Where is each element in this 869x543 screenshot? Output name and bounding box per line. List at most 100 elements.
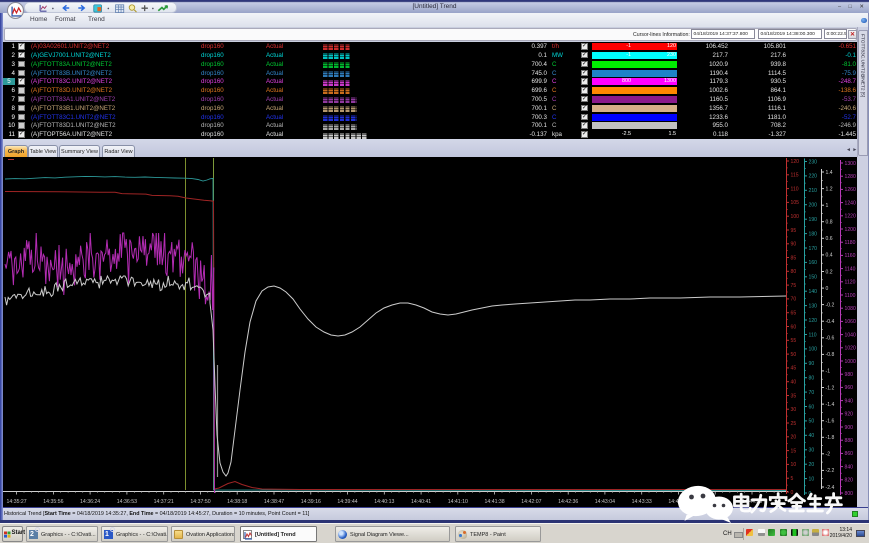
svg-text:14:42:36: 14:42:36 xyxy=(558,499,578,505)
svg-text:1200: 1200 xyxy=(845,227,856,233)
svg-text:45: 45 xyxy=(791,366,797,372)
svg-text:880: 880 xyxy=(845,438,854,444)
svg-text:50: 50 xyxy=(809,419,815,425)
svg-text:-1.2: -1.2 xyxy=(826,385,835,391)
svg-text:1280: 1280 xyxy=(845,174,856,180)
svg-text:1040: 1040 xyxy=(845,332,856,338)
svg-text:0.8: 0.8 xyxy=(826,220,833,226)
svg-text:220: 220 xyxy=(809,174,818,180)
svg-text:-2.2: -2.2 xyxy=(826,468,835,474)
svg-text:110: 110 xyxy=(809,332,817,338)
svg-text:80: 80 xyxy=(791,269,797,275)
svg-text:1020: 1020 xyxy=(845,346,856,352)
svg-text:0.2: 0.2 xyxy=(826,269,833,275)
svg-text:0.6: 0.6 xyxy=(826,236,833,242)
svg-text:70: 70 xyxy=(809,390,815,396)
svg-text:50: 50 xyxy=(791,352,797,358)
svg-text:14:36:53: 14:36:53 xyxy=(117,499,137,505)
svg-text:70: 70 xyxy=(791,297,797,303)
svg-text:55: 55 xyxy=(791,338,797,344)
svg-text:-0.8: -0.8 xyxy=(826,352,835,358)
svg-text:0: 0 xyxy=(826,286,829,292)
svg-text:210: 210 xyxy=(809,188,818,194)
svg-text:115: 115 xyxy=(791,173,799,179)
svg-text:60: 60 xyxy=(809,404,815,410)
svg-text:14:40:13: 14:40:13 xyxy=(374,499,394,505)
svg-text:25: 25 xyxy=(791,421,797,427)
svg-text:180: 180 xyxy=(809,231,818,237)
svg-text:14:39:16: 14:39:16 xyxy=(301,499,321,505)
svg-text:14:37:21: 14:37:21 xyxy=(154,499,174,505)
svg-text:14:37:50: 14:37:50 xyxy=(190,499,210,505)
svg-text:90: 90 xyxy=(809,361,815,367)
svg-text:1240: 1240 xyxy=(845,200,856,206)
svg-text:14:39:44: 14:39:44 xyxy=(337,499,357,505)
svg-text:100: 100 xyxy=(809,347,818,353)
svg-text:75: 75 xyxy=(791,283,797,289)
svg-text:30: 30 xyxy=(791,407,797,413)
svg-text:120: 120 xyxy=(809,318,818,324)
svg-text:160: 160 xyxy=(809,260,818,266)
svg-text:940: 940 xyxy=(845,398,854,404)
svg-text:1.2: 1.2 xyxy=(826,186,833,192)
svg-text:860: 860 xyxy=(845,451,854,457)
svg-text:10: 10 xyxy=(791,462,797,468)
svg-text:20: 20 xyxy=(791,435,797,441)
svg-text:105: 105 xyxy=(791,200,800,206)
svg-text:14:40:41: 14:40:41 xyxy=(411,499,431,505)
svg-text:14:41:10: 14:41:10 xyxy=(448,499,468,505)
svg-text:95: 95 xyxy=(791,228,797,234)
svg-text:840: 840 xyxy=(845,464,854,470)
svg-text:1160: 1160 xyxy=(845,253,856,259)
svg-text:14:35:56: 14:35:56 xyxy=(43,499,63,505)
svg-text:80: 80 xyxy=(809,376,815,382)
svg-text:14:38:47: 14:38:47 xyxy=(264,499,284,505)
svg-text:140: 140 xyxy=(809,289,818,295)
svg-text:30: 30 xyxy=(809,448,815,454)
svg-text:-2: -2 xyxy=(826,452,831,458)
svg-text:150: 150 xyxy=(809,275,818,281)
svg-text:1140: 1140 xyxy=(845,266,856,272)
svg-text:14:43:33: 14:43:33 xyxy=(632,499,652,505)
svg-text:20: 20 xyxy=(809,462,815,468)
svg-text:-0.6: -0.6 xyxy=(826,336,835,342)
svg-text:920: 920 xyxy=(845,412,854,418)
svg-text:1260: 1260 xyxy=(845,187,856,193)
svg-text:1300: 1300 xyxy=(845,161,856,167)
svg-text:190: 190 xyxy=(809,217,818,223)
svg-text:1: 1 xyxy=(826,203,829,209)
svg-text:230: 230 xyxy=(809,159,818,165)
svg-text:65: 65 xyxy=(791,311,797,317)
svg-text:-0.4: -0.4 xyxy=(826,319,835,325)
svg-text:40: 40 xyxy=(791,380,797,386)
svg-text:1060: 1060 xyxy=(845,319,856,325)
svg-text:1100: 1100 xyxy=(845,293,856,299)
svg-text:100: 100 xyxy=(791,214,800,220)
svg-text:14:43:04: 14:43:04 xyxy=(595,499,615,505)
svg-text:14:38:18: 14:38:18 xyxy=(227,499,247,505)
svg-text:-1.8: -1.8 xyxy=(826,435,835,441)
svg-text:110: 110 xyxy=(791,186,799,192)
svg-text:1120: 1120 xyxy=(845,280,856,286)
svg-text:40: 40 xyxy=(809,433,815,439)
svg-text:14:35:27: 14:35:27 xyxy=(6,499,26,505)
svg-text:14:36:24: 14:36:24 xyxy=(80,499,100,505)
svg-text:14:42:07: 14:42:07 xyxy=(521,499,541,505)
svg-text:-1: -1 xyxy=(826,369,831,375)
svg-text:0.4: 0.4 xyxy=(826,253,833,259)
svg-text:1220: 1220 xyxy=(845,214,856,220)
svg-text:960: 960 xyxy=(845,385,854,391)
svg-text:200: 200 xyxy=(809,203,818,209)
svg-text:35: 35 xyxy=(791,393,797,399)
svg-text:1.4: 1.4 xyxy=(826,170,833,176)
svg-text:1080: 1080 xyxy=(845,306,856,312)
svg-text:1180: 1180 xyxy=(845,240,856,246)
svg-text:90: 90 xyxy=(791,242,797,248)
svg-text:-1.4: -1.4 xyxy=(826,402,835,408)
svg-text:14:41:38: 14:41:38 xyxy=(484,499,504,505)
svg-text:980: 980 xyxy=(845,372,854,378)
svg-text:1000: 1000 xyxy=(845,359,856,365)
svg-text:15: 15 xyxy=(791,448,797,454)
svg-text:-0.2: -0.2 xyxy=(826,302,835,308)
svg-text:-1.6: -1.6 xyxy=(826,419,835,425)
